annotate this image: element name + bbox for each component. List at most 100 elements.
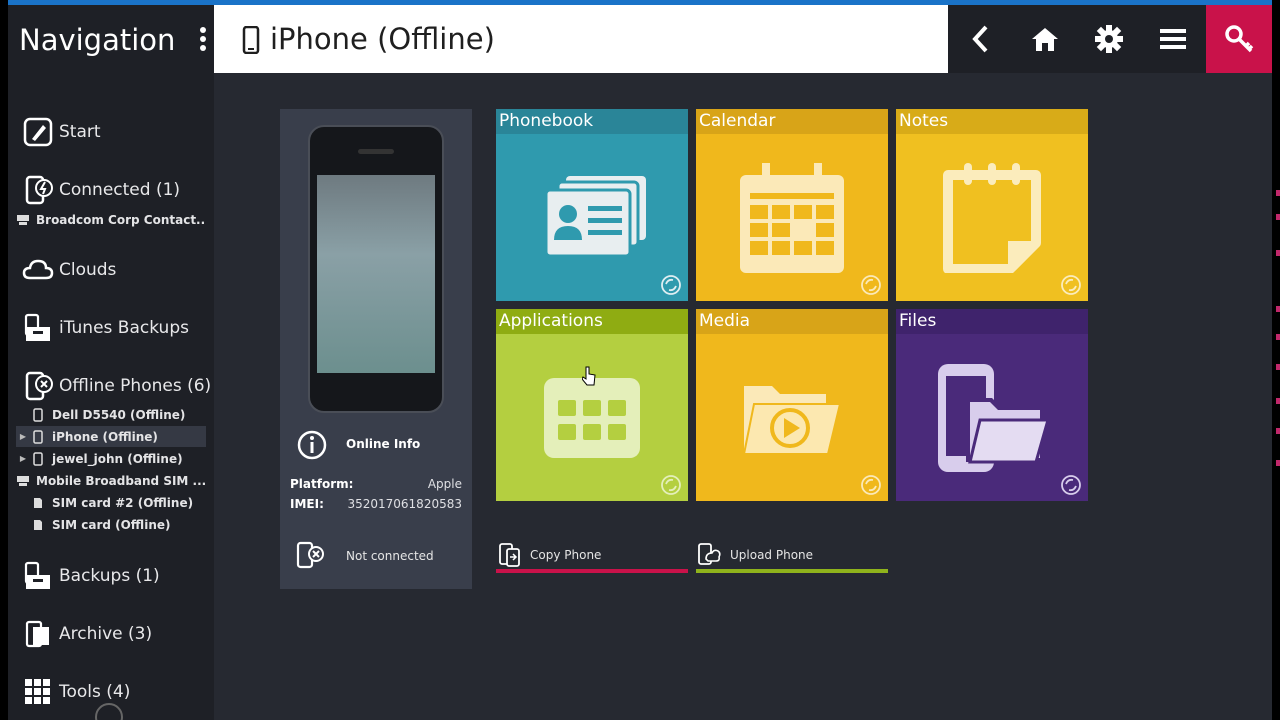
connected-phone-icon [22,174,54,206]
sim-card-icon [30,517,46,533]
archive-icon [22,618,54,650]
sim-card-icon [30,495,46,511]
device-image [308,125,444,413]
imei-value: 352017061820583 [347,497,462,511]
cloud-icon [22,254,54,286]
nav-item-archive[interactable]: Archive (3) [22,618,152,650]
kebab-menu-icon[interactable] [200,27,208,55]
tile-calendar[interactable]: Calendar [696,109,888,301]
expand-arrow-icon[interactable]: ▶ [16,454,30,463]
backup-box-icon [22,312,54,344]
sync-icon[interactable] [660,274,682,300]
offline-device-item[interactable]: ▶ jewel_john (Offline) [16,448,206,469]
nav-item-label: Start [59,122,101,142]
offline-device-item[interactable]: SIM card #2 (Offline) [16,492,206,513]
menu-button[interactable] [1141,5,1205,73]
page-header: iPhone (Offline) [214,5,948,73]
copy-phone-underline [496,569,688,573]
license-key-button[interactable] [1206,5,1272,73]
tile-media[interactable]: Media [696,309,888,501]
phone-icon [30,429,46,445]
sync-icon[interactable] [860,274,882,300]
offline-device-item-selected[interactable]: ▶ iPhone (Offline) [16,426,206,447]
upload-phone-label: Upload Phone [730,548,814,562]
copy-phone-button[interactable]: Copy Phone [498,539,601,571]
offline-device-item[interactable]: Dell D5540 (Offline) [16,404,206,425]
sub-item-label: iPhone (Offline) [52,429,158,444]
nav-item-offline-phones[interactable]: Offline Phones (6) [22,370,211,402]
start-icon [22,116,54,148]
tile-label: Phonebook [496,109,688,134]
expand-arrow-icon[interactable]: ▶ [16,432,30,441]
platform-label: Platform: [290,477,354,491]
nav-item-label: Offline Phones (6) [59,376,212,396]
tile-notes[interactable]: Notes [896,109,1088,301]
tile-label: Media [696,309,888,334]
nav-item-label: Clouds [59,260,117,280]
upload-phone-underline [696,569,888,573]
sync-icon[interactable] [1060,274,1082,300]
nav-item-label: Archive (3) [59,624,153,644]
tools-grid-icon [22,676,54,708]
upload-phone-button[interactable]: Upload Phone [698,539,813,571]
tile-label: Calendar [696,109,888,134]
header-toolbar [948,5,1272,73]
nav-item-label: Backups (1) [59,566,160,586]
back-button[interactable] [948,5,1012,73]
copy-phone-icon [498,543,522,567]
nav-item-connected[interactable]: Connected (1) [22,174,180,206]
sub-item-label: Dell D5540 (Offline) [52,407,186,422]
upload-phone-icon [698,543,722,567]
backup-box-icon [22,560,54,592]
settings-button[interactable] [1077,5,1141,73]
hamburger-menu-icon [1160,29,1186,49]
online-info-link[interactable]: Online Info [346,437,420,451]
sub-item-label: jewel_john (Offline) [52,451,183,466]
modem-icon [16,473,30,489]
mouse-cursor-icon [582,366,596,386]
imei-row: IMEI: 352017061820583 [290,497,462,511]
offline-device-item[interactable]: Mobile Broadband SIM ... [16,470,206,491]
tile-label: Notes [896,109,1088,134]
not-connected-icon [296,541,326,575]
tile-phonebook[interactable]: Phonebook [496,109,688,301]
window-frame-right [1272,0,1280,720]
nav-item-label: Tools (4) [59,682,131,702]
platform-value: Apple [427,477,462,491]
sync-icon[interactable] [1060,474,1082,500]
phone-icon [30,407,46,423]
sub-item-label: Mobile Broadband SIM ... [36,473,206,488]
nav-title: Navigation [19,23,176,57]
sub-item-label: SIM card (Offline) [52,517,171,532]
connected-device-item[interactable]: Broadcom Corp Contact... [16,209,206,230]
gear-icon [1095,25,1123,53]
copy-phone-label: Copy Phone [530,548,602,562]
tile-label: Files [896,309,1088,334]
page-title: iPhone (Offline) [270,22,495,56]
key-icon [1225,25,1254,53]
nav-item-label: iTunes Backups [59,318,189,338]
nav-item-backups[interactable]: Backups (1) [22,560,160,592]
back-arrow-icon [972,25,988,53]
sync-icon[interactable] [860,474,882,500]
tile-applications[interactable]: Applications [496,309,688,501]
phone-icon [242,25,260,58]
phone-icon [30,451,46,467]
window-frame-left [0,0,8,720]
nav-item-itunes-backups[interactable]: iTunes Backups [22,312,189,344]
sub-item-label: Broadcom Corp Contact... [36,212,206,227]
device-info-panel: Online Info Platform: Apple IMEI: 352017… [280,109,472,589]
offline-device-item[interactable]: SIM card (Offline) [16,514,206,535]
navigation-sidebar: Navigation Start Connected (1) Broadcom … [8,5,214,720]
tile-files[interactable]: Files [896,309,1088,501]
nav-item-clouds[interactable]: Clouds [22,254,116,286]
nav-item-start[interactable]: Start [22,116,101,148]
info-icon[interactable] [296,429,328,465]
nav-item-label: Connected (1) [59,180,181,200]
sync-icon[interactable] [660,474,682,500]
nav-header: Navigation [8,5,214,73]
home-button[interactable] [1013,5,1077,73]
home-icon [1032,28,1058,51]
offline-phone-icon [22,370,54,402]
tile-label: Applications [496,309,688,334]
